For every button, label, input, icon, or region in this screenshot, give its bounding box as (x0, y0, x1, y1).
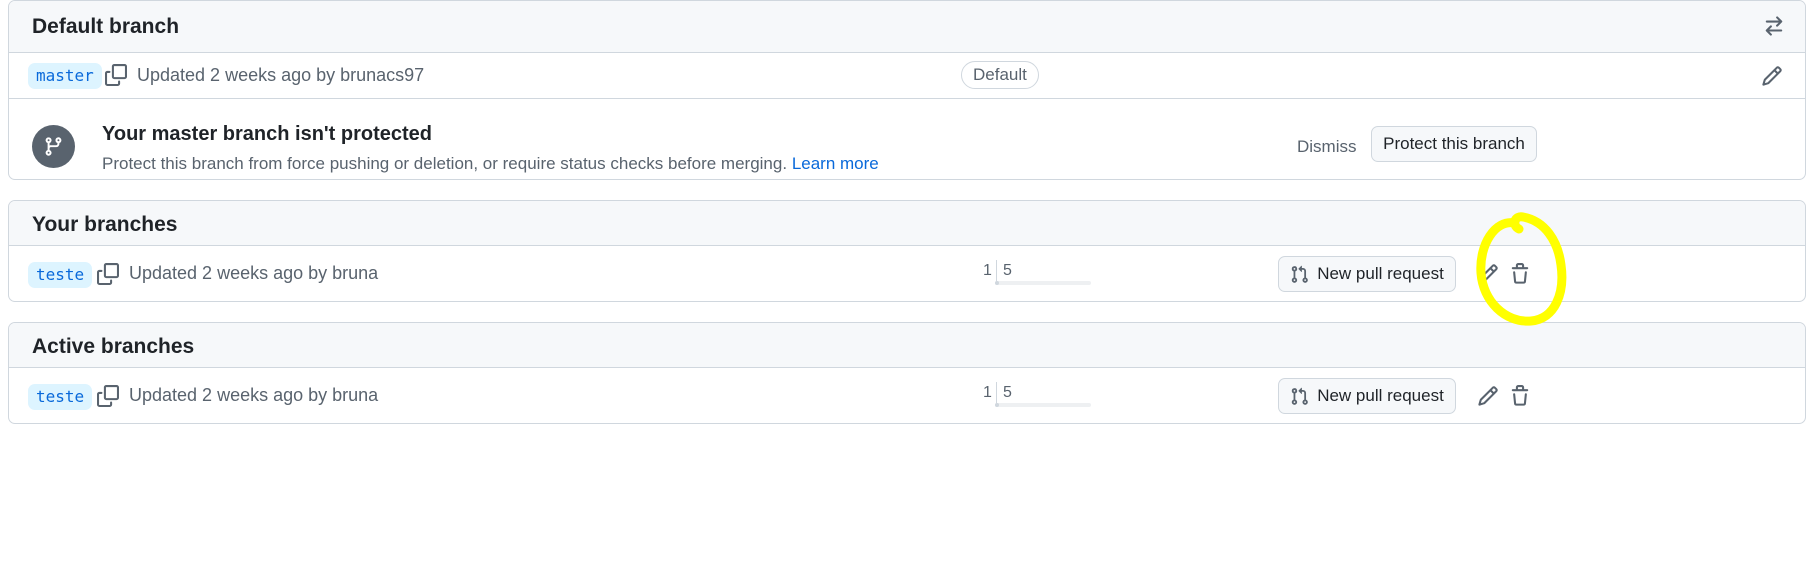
trash-icon[interactable] (1509, 385, 1531, 407)
copy-icon[interactable] (97, 385, 119, 407)
default-branch-header: Default branch (9, 1, 1805, 53)
switch-arrows-icon[interactable] (1763, 15, 1785, 37)
pull-request-icon (1291, 387, 1309, 405)
annotation-circle (1476, 212, 1567, 326)
section-title: Your branches (32, 213, 178, 236)
ahead-behind-bar (995, 403, 1091, 407)
pencil-icon[interactable] (1761, 65, 1783, 87)
branch-icon (45, 137, 62, 156)
protect-description-text: Protect this branch from force pushing o… (102, 154, 788, 173)
section-title: Active branches (32, 335, 195, 358)
dismiss-button[interactable]: Dismiss (1297, 137, 1357, 157)
branch-updated-text: Updated 2 weeks ago by brunacs97 (137, 65, 425, 85)
pull-request-icon (1291, 265, 1309, 283)
copy-icon[interactable] (97, 263, 119, 285)
new-pull-request-button[interactable]: New pull request (1278, 378, 1456, 414)
ahead-count: 5 (1003, 384, 1012, 401)
pencil-icon[interactable] (1477, 385, 1499, 407)
ahead-behind-bar (995, 281, 1091, 285)
branch-name[interactable]: teste (28, 262, 93, 288)
section-title: Default branch (32, 15, 180, 38)
branch-icon-circle (32, 125, 75, 168)
new-pull-request-label: New pull request (1317, 264, 1444, 283)
branch-row: teste Updated 2 weeks ago by bruna 1 5 N… (9, 368, 1805, 423)
default-branch-section: Default branch master Updated 2 weeks ag… (8, 0, 1806, 180)
learn-more-link[interactable]: Learn more (792, 154, 879, 173)
protect-branch-label: Protect this branch (1383, 134, 1525, 153)
new-pull-request-label: New pull request (1317, 386, 1444, 405)
branch-name[interactable]: master (28, 63, 102, 89)
protect-description: Protect this branch from force pushing o… (102, 154, 879, 174)
active-branches-section: Active branches teste Updated 2 weeks ag… (8, 322, 1806, 424)
protect-branch-button[interactable]: Protect this branch (1371, 126, 1537, 162)
new-pull-request-button[interactable]: New pull request (1278, 256, 1456, 292)
branch-updated-text: Updated 2 weeks ago by bruna (129, 385, 379, 405)
branch-name[interactable]: teste (28, 384, 93, 410)
branch-updated-text: Updated 2 weeks ago by bruna (129, 263, 379, 283)
branch-row-default: master Updated 2 weeks ago by brunacs97 … (9, 53, 1805, 98)
behind-count: 1 (983, 262, 992, 279)
copy-icon[interactable] (105, 64, 127, 86)
protect-title: Your master branch isn't protected (102, 123, 433, 145)
default-badge: Default (961, 61, 1039, 89)
behind-count: 1 (983, 384, 992, 401)
protect-notice: Your master branch isn't protected Prote… (9, 98, 1805, 179)
ahead-count: 5 (1003, 262, 1012, 279)
